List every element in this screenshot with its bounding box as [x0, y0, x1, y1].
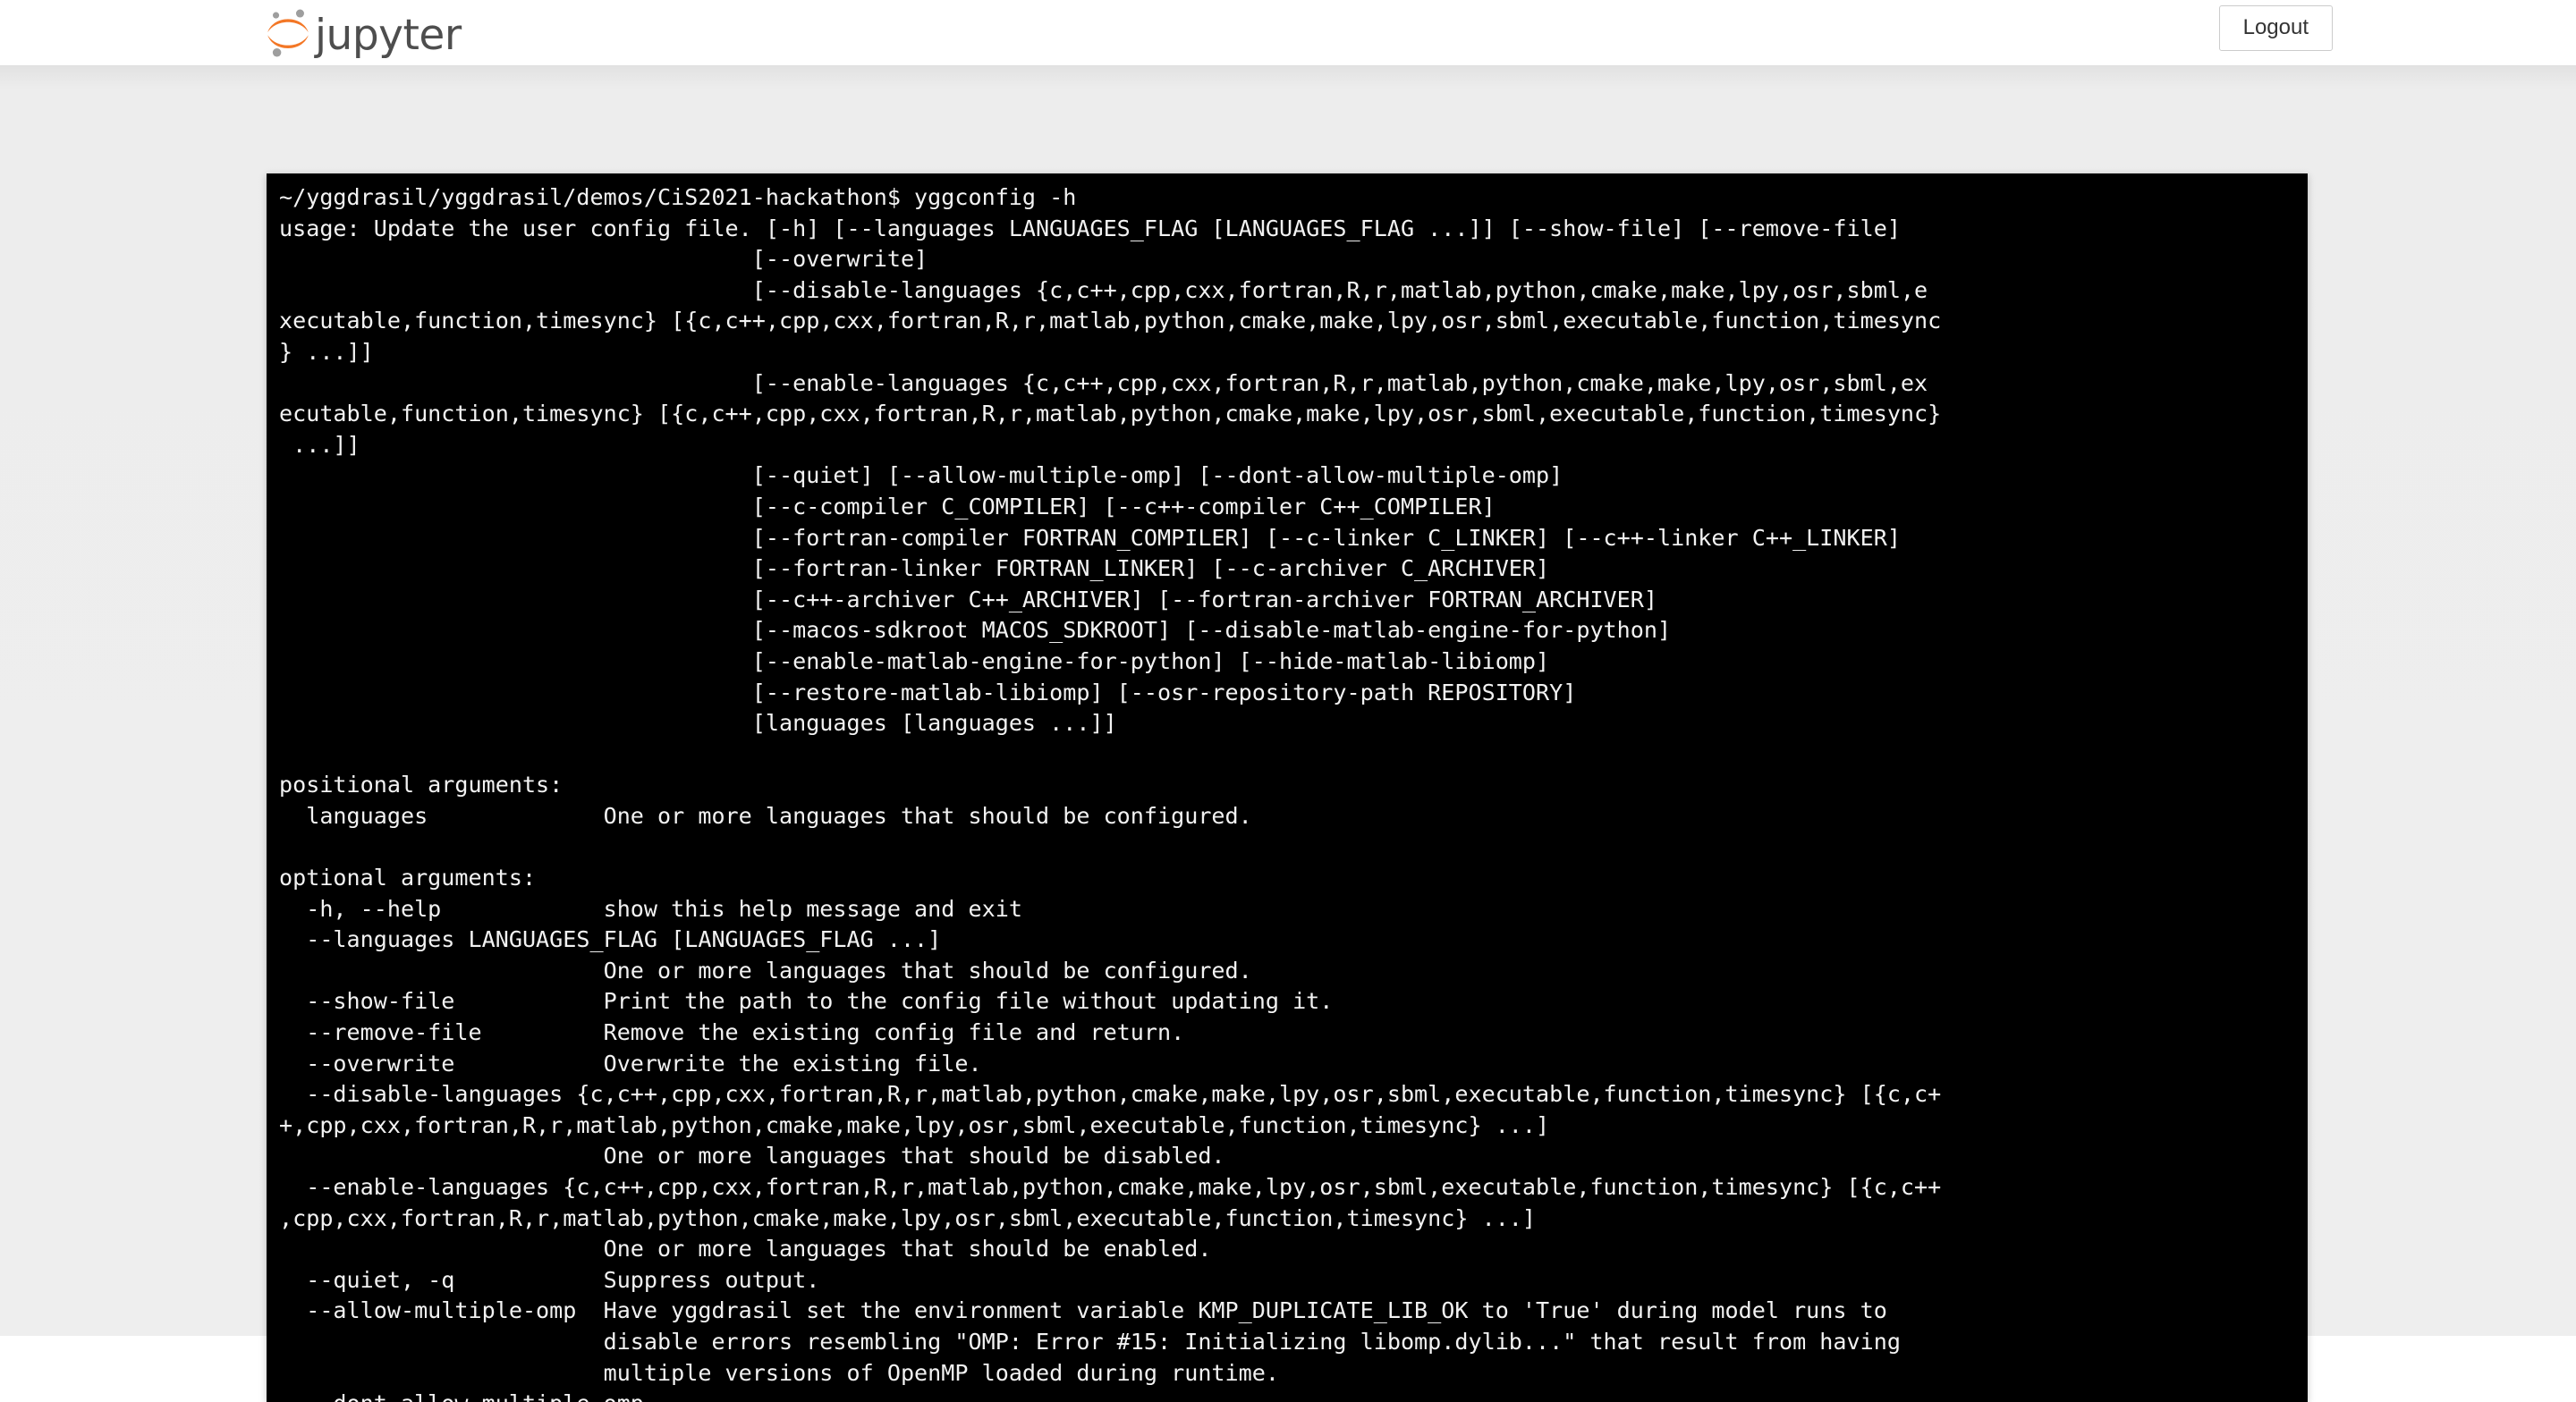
jupyter-logo-icon [267, 8, 309, 58]
jupyter-brand-text: jupyter [315, 10, 462, 60]
jupyter-brand-link[interactable]: jupyter [267, 2, 462, 64]
terminal-output[interactable]: ~/yggdrasil/yggdrasil/demos/CiS2021-hack… [279, 182, 2293, 1402]
page-backdrop: ~/yggdrasil/yggdrasil/demos/CiS2021-hack… [0, 66, 2576, 1402]
logout-button[interactable]: Logout [2218, 5, 2333, 52]
terminal-scrollbar[interactable] [2302, 173, 2308, 1402]
terminal-panel[interactable]: ~/yggdrasil/yggdrasil/demos/CiS2021-hack… [267, 173, 2308, 1402]
header-right-group: Logout [2218, 5, 2333, 52]
jupyter-header-bar: jupyter Logout [0, 0, 2576, 66]
